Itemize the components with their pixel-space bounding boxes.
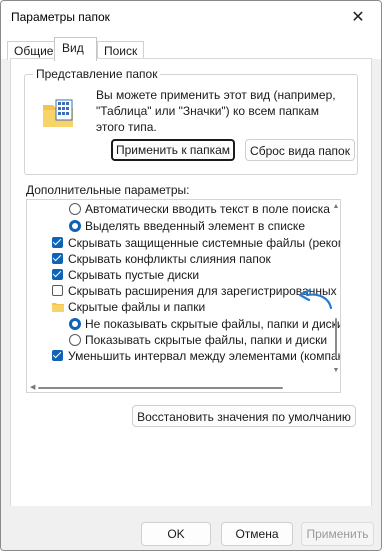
checkbox[interactable]: [52, 253, 63, 264]
restore-defaults-button[interactable]: Восстановить значения по умолчанию: [132, 405, 356, 427]
tab-view[interactable]: Вид: [54, 37, 97, 61]
cancel-button[interactable]: Отмена: [221, 522, 293, 546]
reset-folders-button[interactable]: Сброс вида папок: [245, 139, 355, 161]
title-bar: Параметры папок ✕: [1, 1, 381, 33]
radio-button[interactable]: [69, 318, 81, 330]
folder-icon: [43, 99, 73, 127]
vertical-scrollbar[interactable]: ▲ ▼: [332, 202, 340, 374]
apply-button[interactable]: Применить: [301, 522, 374, 546]
folder-views-description: Вы можете применить этот вид (например, …: [96, 88, 336, 134]
apply-to-folders-button[interactable]: Применить к папкам: [111, 139, 235, 161]
scrollbar-thumb[interactable]: [335, 318, 337, 358]
arrow-annotation-icon: [298, 288, 333, 310]
folder-views-group: Представление папок Вы можете применить …: [24, 67, 358, 175]
radio-button[interactable]: [69, 334, 81, 346]
advanced-settings-list[interactable]: Автоматически вводить текст в поле поиск…: [26, 199, 341, 393]
scrollbar-thumb[interactable]: [38, 387, 283, 389]
close-icon[interactable]: ✕: [335, 1, 381, 33]
radio-button[interactable]: [69, 220, 81, 232]
radio-button[interactable]: [69, 203, 81, 215]
ok-button[interactable]: OK: [141, 522, 211, 546]
folder-icon: [52, 303, 64, 312]
view-tab-panel: Представление папок Вы можете применить …: [10, 58, 372, 508]
checkbox[interactable]: [52, 285, 63, 296]
checkbox[interactable]: [52, 269, 63, 280]
checkbox[interactable]: [52, 350, 63, 361]
scroll-up-icon[interactable]: ▲: [332, 203, 340, 210]
advanced-settings-label: Дополнительные параметры:: [26, 183, 190, 197]
folder-views-legend: Представление папок: [33, 67, 161, 81]
checkbox[interactable]: [52, 237, 63, 248]
window-title: Параметры папок: [11, 10, 110, 24]
dialog-footer: OK Отмена Применить: [1, 506, 381, 550]
scroll-left-icon[interactable]: ◀: [30, 383, 35, 391]
tab-strip: Общие Вид Поиск: [1, 33, 381, 61]
scroll-down-icon[interactable]: ▼: [332, 367, 340, 374]
folder-options-dialog: Параметры папок ✕ Общие Вид Поиск Предст…: [0, 0, 382, 551]
